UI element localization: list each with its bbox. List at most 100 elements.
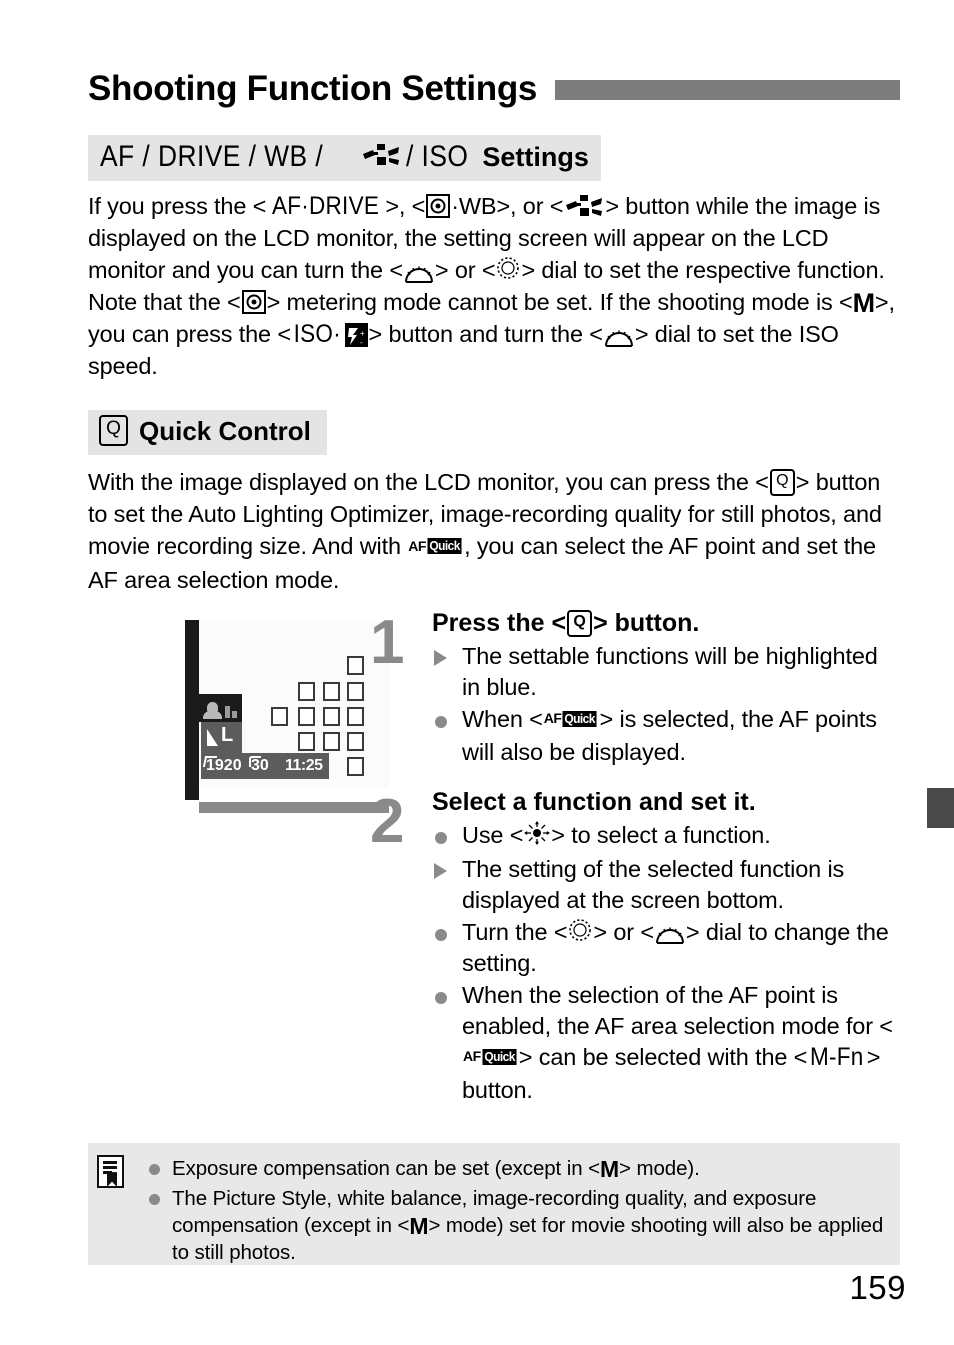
intro-text-2: >, < [385, 193, 426, 219]
note-item: The Picture Style, white balance, image-… [146, 1185, 886, 1266]
step-2-bullet-4-text: When the selection of the AF point is en… [462, 980, 900, 1106]
q-button-icon: Q [567, 609, 593, 637]
step-1-bullet-1-text: The settable functions will be highlight… [462, 643, 878, 700]
af-point [347, 682, 364, 701]
mode-m-label: M [852, 288, 875, 318]
intro-text-7: > metering mode cannot be set. If the sh… [266, 289, 853, 315]
metering-mode-icon [426, 193, 451, 218]
af-point [323, 682, 340, 701]
step-2-number: 2 [370, 787, 405, 856]
section-subheading: AF / DRIVE / WB / / ISO Settings [88, 135, 601, 181]
af-quick-chip-label: Quick [562, 710, 598, 727]
af-point [347, 656, 364, 675]
q-button-icon: Q [99, 415, 128, 446]
intro-text-5: > or < [434, 257, 496, 283]
quick-control-paragraph: With the image displayed on the LCD moni… [88, 466, 900, 596]
af-point [298, 682, 315, 701]
multi-controller-icon [524, 820, 551, 845]
af-point [323, 707, 340, 726]
lcd-left-bezel [185, 620, 199, 800]
step-1-bullet-2: When <AF Quick > is selected, the AF point… [432, 704, 900, 768]
svg-text:+: + [360, 329, 365, 338]
note-item-2-text: The Picture Style, white balance, image-… [172, 1185, 886, 1266]
m-fn-button-label: M-Fn [810, 1043, 864, 1071]
af-quick-chip-label: Quick [482, 1048, 517, 1065]
step-1-title: Press the < Q > button. [432, 608, 900, 638]
lcd-monitor-illustration: L 1920 30 11:25 [185, 620, 389, 816]
dot-bullet-icon [432, 704, 462, 737]
dot-bullet-icon [146, 1155, 172, 1183]
note-list: Exposure compensation can be set (except… [146, 1155, 886, 1268]
chapter-tab-marker [927, 788, 954, 828]
quick-control-dial-icon [568, 918, 592, 942]
image-quality-badge: L [201, 722, 242, 753]
af-point [323, 732, 340, 751]
movie-info-bar: 1920 30 11:25 [201, 753, 329, 779]
movie-resolution-value: 1920 [206, 757, 242, 774]
face-bar-1 [225, 706, 230, 718]
lcd-bottom-bezel [199, 802, 389, 813]
movie-framerate-value: 30 [251, 757, 269, 774]
step-1-bullet-1: The settable functions will be highlight… [432, 641, 900, 703]
dot-bullet-icon [146, 1185, 172, 1213]
note-item: Exposure compensation can be set (except… [146, 1155, 886, 1183]
step-1: 1 Press the < Q > button. The settable fun… [370, 608, 900, 768]
metering-mode-icon [241, 289, 266, 314]
step-2-b3-a: Turn the < [462, 919, 568, 945]
main-dial-icon [604, 324, 634, 347]
face-body-shape [203, 711, 222, 719]
intro-text-9: > button and turn the < [368, 321, 604, 347]
af-point [298, 732, 315, 751]
intro-text-3: ·WB>, or < [451, 193, 564, 219]
step-2-bullet-4: When the selection of the AF point is en… [432, 980, 900, 1106]
step-2-bullet-2: The setting of the selected function is … [432, 854, 900, 916]
note-memo-icon [97, 1155, 125, 1189]
step-2-bullet-3: Turn the < > or < > dial to change the set… [432, 917, 900, 979]
af-point [298, 707, 315, 726]
step-2-b1-b: > to select a function. [551, 822, 771, 848]
af-quick-icon: AF Quick [463, 1041, 518, 1073]
page-title: Shooting Function Settings [88, 68, 538, 108]
step-2-title: Select a function and set it. [432, 788, 756, 816]
iso-button-label: ISO· [293, 320, 341, 348]
intro-text-1: If you press the < [88, 193, 267, 219]
title-rule [555, 80, 900, 100]
dot-bullet-icon [432, 917, 462, 950]
step-1-b2-a: When < [462, 706, 543, 732]
af-quick-icon: AF Quick [408, 530, 463, 562]
note-line-2 [103, 1166, 117, 1169]
quality-size-label: L [221, 724, 234, 746]
note-1-b: > mode). [619, 1157, 700, 1180]
step-2-b4-a: When the selection of the AF point is en… [462, 982, 893, 1039]
face-bar-2 [232, 711, 237, 718]
quick-control-heading: Q Quick Control [88, 410, 327, 455]
dot-bullet-icon [432, 820, 462, 853]
af-point [347, 757, 364, 776]
af-quick-af-label: AF [408, 537, 426, 554]
picture-style-icon [565, 193, 603, 217]
quick-control-heading-label: Quick Control [139, 416, 311, 446]
flash-exposure-comp-icon: + - [344, 323, 368, 348]
step-2-b1-a: Use < [462, 822, 524, 848]
step-2-bullet-1-text: Use < > to select a function. [462, 820, 900, 851]
picture-style-icon [362, 142, 400, 166]
subheading-suffix: / ISO [405, 140, 468, 173]
af-quick-icon: AF Quick [544, 703, 599, 735]
note-line-1 [103, 1161, 117, 1164]
af-quick-af-label: AF [543, 710, 562, 727]
af-point [271, 707, 288, 726]
subheading-settings-word: Settings [482, 141, 589, 172]
step-2-b4-mid: > can be selected with the < [518, 1044, 808, 1070]
quality-wedge-icon [207, 729, 218, 746]
quick-control-dial-icon [496, 256, 520, 280]
step-2-bullet-1: Use < > to select a function. [432, 820, 900, 853]
step-1-title-a: Press the < [432, 609, 567, 637]
main-dial-icon [655, 922, 685, 944]
triangle-bullet-icon [432, 854, 462, 887]
step-2: 2 Select a function and set it. Use < > t… [370, 787, 900, 1106]
step-1-number: 1 [370, 608, 405, 677]
note-item-1-text: Exposure compensation can be set (except… [172, 1155, 886, 1182]
page-number: 159 [849, 1269, 906, 1306]
step-2-bullet-2-text: The setting of the selected function is … [462, 856, 845, 913]
mode-m-label: M [599, 1156, 620, 1182]
